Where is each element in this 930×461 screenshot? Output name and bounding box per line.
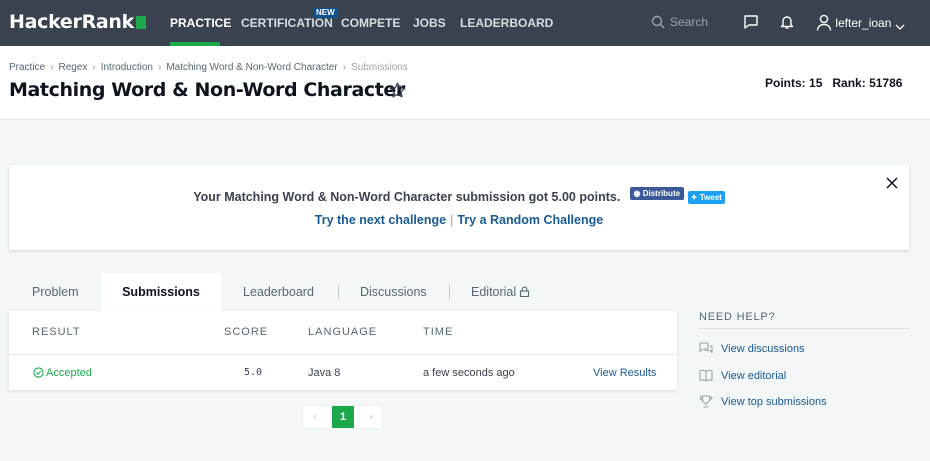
nav-compete[interactable]: COMPETE — [341, 16, 400, 30]
breadcrumb: Practice › Regex › Introduction › Matching Wor… — [9, 62, 408, 73]
rank-label: Rank: — [832, 76, 866, 90]
help-divider — [699, 328, 909, 329]
close-icon[interactable] — [885, 176, 899, 190]
top-navbar: HackerRank PRACTICE CERTIFICATION NEW CO… — [0, 0, 930, 46]
user-icon — [816, 14, 832, 31]
points-value: 15 — [809, 76, 823, 90]
language-cell: Java 8 — [308, 367, 341, 379]
need-help-heading: NEED HELP? — [699, 311, 776, 323]
tweet-button[interactable]: ✦ Tweet — [687, 191, 725, 204]
status-badge: Accepted — [33, 367, 92, 379]
challenge-header: Practice › Regex › Introduction › Matching Wor… — [0, 46, 930, 120]
challenge-tabs: Problem Submissions Leaderboard Discussi… — [9, 273, 677, 311]
breadcrumb-practice[interactable]: Practice — [9, 62, 45, 73]
nav-practice[interactable]: PRACTICE — [170, 16, 231, 30]
time-cell: a few seconds ago — [423, 367, 515, 379]
tab-problem[interactable]: Problem — [32, 273, 79, 311]
view-editorial-label: View editorial — [721, 370, 787, 382]
column-header-time: TIME — [423, 326, 454, 338]
tab-leaderboard[interactable]: Leaderboard — [243, 273, 314, 311]
nav-jobs[interactable]: JOBS — [413, 16, 446, 30]
link-separator: | — [450, 213, 454, 227]
tab-editorial-label: Editorial — [471, 285, 517, 299]
column-header-language: LANGUAGE — [308, 326, 378, 338]
nav-leaderboard[interactable]: LEADERBOARD — [460, 16, 553, 30]
pagination: ‹ 1 › — [302, 405, 383, 429]
check-circle-icon — [33, 367, 44, 378]
breadcrumb-submissions: Submissions — [351, 62, 408, 73]
discussions-icon — [699, 342, 713, 354]
success-message: Your Matching Word & Non-Word Character … — [193, 190, 621, 204]
chat-icon[interactable] — [743, 14, 759, 30]
hackerrank-logo[interactable]: HackerRank — [9, 11, 146, 33]
success-message-row: Your Matching Word & Non-Word Character … — [9, 187, 909, 204]
breadcrumb-challenge[interactable]: Matching Word & Non-Word Character — [166, 62, 337, 73]
view-discussions-label: View discussions — [721, 343, 805, 355]
tweet-label: Tweet — [699, 193, 722, 202]
chevron-down-icon — [895, 24, 905, 30]
next-challenge-link[interactable]: Try the next challenge — [315, 213, 446, 227]
search-placeholder: Search — [670, 15, 709, 29]
tab-submissions[interactable]: Submissions — [101, 273, 221, 311]
nav-certification[interactable]: CERTIFICATION — [241, 16, 333, 30]
tab-divider — [338, 285, 339, 299]
star-icon[interactable] — [389, 82, 406, 99]
random-challenge-link[interactable]: Try a Random Challenge — [457, 213, 603, 227]
breadcrumb-introduction[interactable]: Introduction — [101, 62, 153, 73]
new-badge: NEW — [313, 8, 338, 18]
view-top-submissions-label: View top submissions — [721, 396, 827, 408]
tab-divider — [449, 285, 450, 299]
next-steps-links: Try the next challenge | Try a Random Chal… — [9, 213, 909, 227]
next-page-button[interactable]: › — [360, 406, 382, 428]
username: lefter_ioan — [835, 16, 892, 30]
points-label: Points: — [765, 76, 806, 90]
rank-value: 51786 — [869, 76, 903, 90]
tab-discussions[interactable]: Discussions — [360, 273, 427, 311]
facebook-share-button[interactable]: ◉ Distribute — [629, 187, 684, 200]
header-divider — [9, 354, 677, 355]
submission-success-card: Your Matching Word & Non-Word Character … — [9, 165, 909, 250]
points-rank: Points: 15 Rank: 51786 — [765, 76, 902, 90]
facebook-share-label: Distribute — [642, 189, 681, 198]
view-top-submissions-link[interactable]: View top submissions — [699, 395, 827, 408]
column-header-result: RESULT — [32, 326, 81, 338]
view-results-link[interactable]: View Results — [593, 367, 656, 379]
search-box[interactable]: Search — [651, 15, 708, 29]
submissions-table: RESULT SCORE LANGUAGE TIME Accepted 5.0 … — [9, 311, 677, 390]
search-icon — [651, 15, 665, 29]
book-icon — [699, 369, 713, 382]
column-header-score: SCORE — [224, 326, 269, 338]
tab-editorial[interactable]: Editorial — [471, 273, 530, 311]
score-cell: 5.0 — [244, 367, 263, 378]
page-title: Matching Word & Non-Word Character — [9, 79, 405, 101]
breadcrumb-regex[interactable]: Regex — [58, 62, 87, 73]
view-editorial-link[interactable]: View editorial — [699, 369, 786, 382]
view-discussions-link[interactable]: View discussions — [699, 342, 805, 355]
trophy-icon — [699, 395, 713, 408]
prev-page-button[interactable]: ‹ — [304, 406, 326, 428]
page-1-button[interactable]: 1 — [332, 406, 354, 428]
bell-icon[interactable] — [779, 14, 795, 30]
lock-icon — [520, 286, 530, 298]
user-menu[interactable]: lefter_ioan — [816, 14, 905, 31]
result-text: Accepted — [46, 367, 92, 379]
